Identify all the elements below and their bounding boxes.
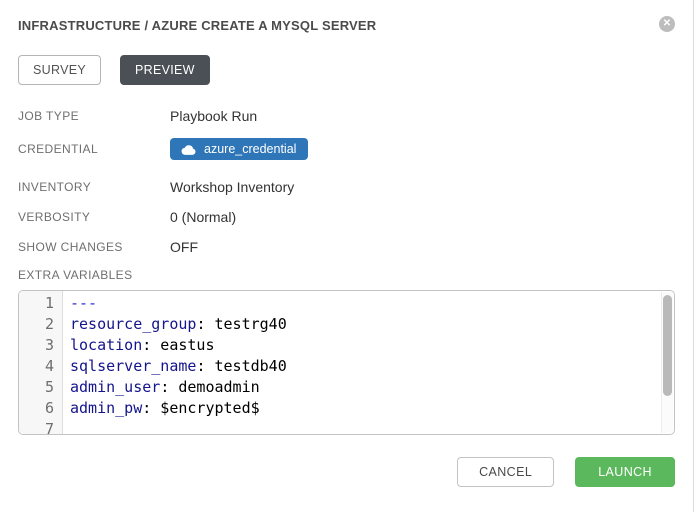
page-title: INFRASTRUCTURE / AZURE CREATE A MYSQL SE…	[18, 16, 376, 34]
job-type-row: JOB TYPE Playbook Run	[18, 107, 675, 126]
editor-lines: 1---2resource_group: testrg403location: …	[19, 291, 674, 435]
dialog-actions: CANCEL LAUNCH	[18, 457, 675, 487]
extra-variables-label: EXTRA VARIABLES	[18, 268, 170, 283]
job-launch-preview-dialog: INFRASTRUCTURE / AZURE CREATE A MYSQL SE…	[0, 0, 698, 512]
dialog-header: INFRASTRUCTURE / AZURE CREATE A MYSQL SE…	[18, 16, 675, 34]
credential-badge-label: azure_credential	[204, 142, 296, 156]
code-text: sqlserver_name: testdb40	[63, 356, 287, 377]
show-changes-label: SHOW CHANGES	[18, 240, 170, 255]
code-text: admin_pw: $encrypted$	[63, 398, 260, 419]
code-text: resource_group: testrg40	[63, 314, 287, 335]
inventory-row: INVENTORY Workshop Inventory	[18, 178, 675, 197]
code-line: 1---	[19, 293, 674, 314]
modal-right-edge	[693, 0, 694, 512]
dialog-tabs: SURVEY PREVIEW	[18, 55, 675, 85]
verbosity-value: 0 (Normal)	[170, 208, 236, 227]
code-text	[63, 419, 70, 435]
job-type-value: Playbook Run	[170, 107, 257, 126]
job-details: JOB TYPE Playbook Run CREDENTIAL azure_c…	[18, 107, 675, 435]
scrollbar-thumb[interactable]	[663, 295, 672, 396]
code-text: ---	[63, 293, 97, 314]
tab-preview[interactable]: PREVIEW	[120, 55, 210, 85]
extra-variables-editor[interactable]: 1---2resource_group: testrg403location: …	[18, 290, 675, 435]
code-text: location: eastus	[63, 335, 215, 356]
credential-label: CREDENTIAL	[18, 142, 170, 157]
show-changes-value: OFF	[170, 238, 198, 257]
code-line: 6admin_pw: $encrypted$	[19, 398, 674, 419]
code-text: admin_user: demoadmin	[63, 377, 260, 398]
inventory-value: Workshop Inventory	[170, 178, 294, 197]
code-line: 7	[19, 419, 674, 435]
line-number: 7	[19, 419, 63, 435]
line-number: 1	[19, 293, 63, 314]
cancel-button[interactable]: CANCEL	[457, 457, 554, 487]
inventory-label: INVENTORY	[18, 180, 170, 195]
line-number: 3	[19, 335, 63, 356]
line-number: 5	[19, 377, 63, 398]
verbosity-row: VERBOSITY 0 (Normal)	[18, 208, 675, 227]
credential-row: CREDENTIAL azure_credential	[18, 138, 675, 160]
code-line: 2resource_group: testrg40	[19, 314, 674, 335]
launch-button[interactable]: LAUNCH	[575, 457, 675, 487]
cloud-icon	[181, 144, 196, 155]
credential-badge[interactable]: azure_credential	[170, 138, 308, 160]
code-line: 4sqlserver_name: testdb40	[19, 356, 674, 377]
code-line: 3location: eastus	[19, 335, 674, 356]
close-icon[interactable]: ✕	[659, 16, 675, 32]
line-number: 6	[19, 398, 63, 419]
verbosity-label: VERBOSITY	[18, 210, 170, 225]
show-changes-row: SHOW CHANGES OFF	[18, 238, 675, 257]
job-type-label: JOB TYPE	[18, 109, 170, 124]
editor-scrollbar[interactable]	[661, 292, 673, 433]
tab-survey[interactable]: SURVEY	[18, 55, 101, 85]
line-number: 4	[19, 356, 63, 377]
code-line: 5admin_user: demoadmin	[19, 377, 674, 398]
line-number: 2	[19, 314, 63, 335]
